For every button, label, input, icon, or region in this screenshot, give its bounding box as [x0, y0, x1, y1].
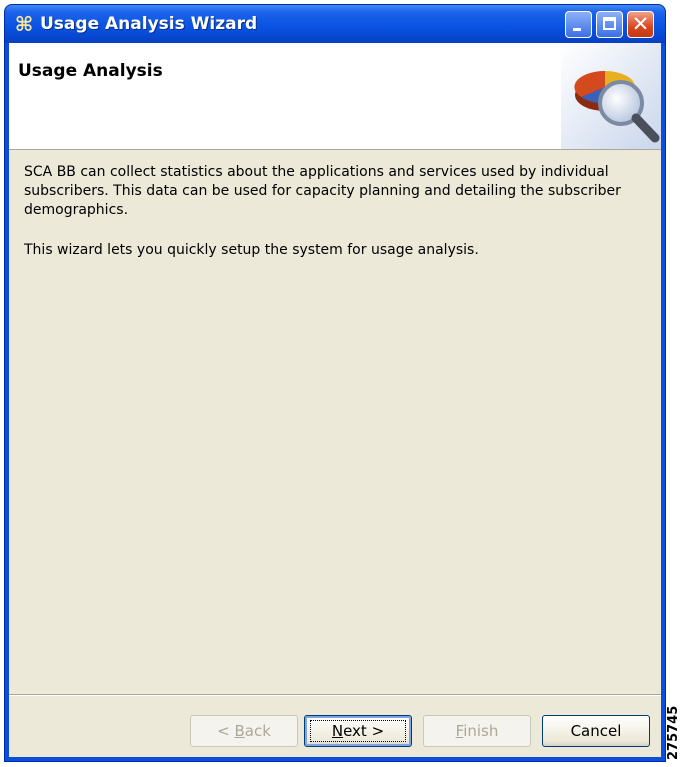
- maximize-button[interactable]: [596, 11, 623, 38]
- close-button[interactable]: ✕: [627, 11, 654, 38]
- wizard-window: ⌘ Usage Analysis Wizard ✕ Usage Analysis: [5, 5, 665, 761]
- pie-chart-magnifier-icon: [561, 43, 661, 149]
- wizard-banner: Usage Analysis: [9, 43, 661, 150]
- back-mnemonic: B: [234, 722, 245, 740]
- description-paragraph: SCA BB can collect statistics about the …: [24, 164, 621, 218]
- close-icon: ✕: [631, 12, 650, 36]
- button-separator: [9, 694, 661, 696]
- window-title: Usage Analysis Wizard: [40, 14, 258, 34]
- maximize-icon: [603, 17, 616, 30]
- page-title: Usage Analysis: [18, 61, 163, 81]
- back-button[interactable]: < Back: [190, 715, 298, 747]
- minimize-button[interactable]: [565, 11, 592, 38]
- back-label-prefix: <: [217, 722, 235, 740]
- minimize-icon: [573, 28, 581, 31]
- finish-label-rest: inish: [463, 722, 499, 740]
- next-button[interactable]: Next >: [304, 715, 412, 747]
- app-icon: ⌘: [14, 12, 34, 36]
- wizard-description: SCA BB can collect statistics about the …: [24, 163, 644, 281]
- focus-indicator: [310, 720, 406, 742]
- back-label-rest: ack: [244, 722, 271, 740]
- figure-id-label: 275745: [666, 705, 681, 760]
- finish-button[interactable]: Finish: [423, 715, 531, 747]
- dialog-client-area: Usage Analysis SCA BB can collect statis…: [9, 43, 661, 757]
- title-bar[interactable]: ⌘ Usage Analysis Wizard ✕: [5, 5, 665, 43]
- description-paragraph: This wizard lets you quickly setup the s…: [24, 242, 479, 258]
- cancel-button[interactable]: Cancel: [542, 715, 650, 747]
